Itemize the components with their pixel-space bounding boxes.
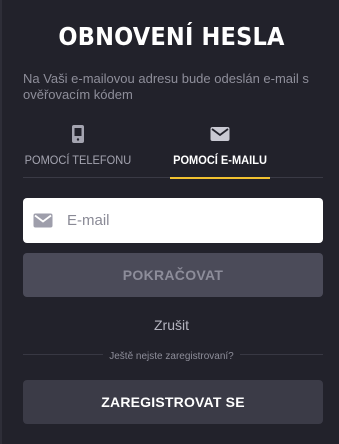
dialog-title: OBNOVENÍ HESLA: [58, 22, 285, 51]
recovery-method-tabs: POMOCÍ TELEFONU POMOCÍ E-MAILU: [23, 118, 323, 179]
register-button[interactable]: ZAREGISTROVAT SE: [23, 380, 323, 424]
continue-button[interactable]: POKRAČOVAT: [23, 253, 323, 297]
tab-phone[interactable]: POMOCÍ TELEFONU: [23, 118, 133, 178]
cancel-link[interactable]: Zrušit: [2, 317, 339, 333]
register-prompt-text: Ještě nejste zaregistrovaní?: [103, 351, 240, 362]
phone-icon: [71, 122, 85, 146]
email-field[interactable]: [23, 198, 323, 243]
email-input[interactable]: [67, 212, 307, 229]
tab-email[interactable]: POMOCÍ E-MAILU: [170, 118, 270, 179]
tab-phone-label: POMOCÍ TELEFONU: [24, 153, 132, 167]
tab-email-label: POMOCÍ E-MAILU: [173, 153, 267, 167]
register-prompt: Ještě nejste zaregistrovaní?: [2, 346, 339, 364]
dialog-subtitle: Na Vaši e-mailovou adresu bude odeslán e…: [23, 71, 309, 102]
envelope-icon: [33, 213, 55, 228]
password-reset-dialog: OBNOVENÍ HESLA Na Vaši e-mailovou adresu…: [0, 0, 339, 444]
envelope-icon: [210, 122, 230, 146]
